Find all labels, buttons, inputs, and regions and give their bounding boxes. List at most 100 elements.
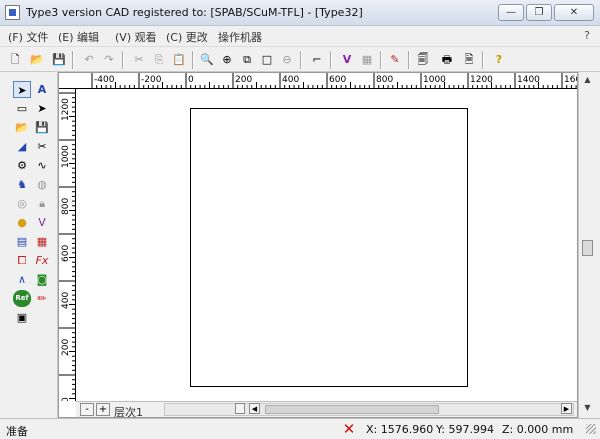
- pen-tool-icon[interactable]: ∧: [13, 271, 31, 288]
- zoom-out-icon[interactable]: ⊖: [278, 51, 296, 68]
- cut-icon[interactable]: ✂: [130, 51, 148, 68]
- ruler-label: -200: [141, 75, 162, 85]
- paste-icon[interactable]: 📋: [170, 51, 188, 68]
- horizontal-scroll-thumb[interactable]: [265, 405, 439, 414]
- menu-change[interactable]: (C) 更改: [166, 29, 208, 45]
- drawing-canvas[interactable]: -400-20002004006008001000120014001600 12…: [58, 72, 578, 419]
- lock-tool-icon[interactable]: 🔒︎: [33, 195, 51, 212]
- horizontal-ruler-ticks: -400 -200 0 200 400 600 800 1000 1200 1400 1600: [91, 73, 577, 88]
- toolbar-separator: [380, 51, 382, 69]
- fx-icon[interactable]: Fx: [33, 252, 51, 269]
- help-icon[interactable]: ?: [490, 51, 508, 68]
- open-folder-icon[interactable]: 📂: [28, 51, 46, 68]
- grid-tool-icon[interactable]: ▦: [33, 233, 51, 250]
- app-icon[interactable]: [5, 5, 20, 20]
- scroll-left-icon[interactable]: ◀: [249, 403, 260, 414]
- print-icon[interactable]: 🖶: [438, 51, 456, 68]
- close-button[interactable]: ✕: [554, 4, 594, 21]
- menu-view[interactable]: (V) 观看: [115, 29, 157, 45]
- toolbar-separator: [192, 51, 194, 69]
- redo-icon[interactable]: ↷: [100, 51, 118, 68]
- ruler-label: 1600: [564, 75, 577, 85]
- status-z-coord: Z: 0.000 mm: [502, 423, 574, 436]
- drawing-page[interactable]: [190, 108, 468, 387]
- scissors-tool-icon[interactable]: ✂: [33, 138, 51, 155]
- chart-tool-icon[interactable]: ▤: [13, 233, 31, 250]
- node-tool-icon[interactable]: ⚙: [13, 157, 31, 174]
- scroll-down-icon[interactable]: ▼: [581, 402, 594, 414]
- vertical-scrollbar[interactable]: ▲ ▼: [578, 72, 595, 418]
- menu-help[interactable]: ?: [584, 29, 590, 42]
- zoom-page-icon[interactable]: □: [258, 51, 276, 68]
- toolbar-separator: [330, 51, 332, 69]
- window-title: Type3 version CAD registered to: [SPAB/S…: [26, 6, 363, 19]
- grid-tool-icon[interactable]: ▦: [358, 51, 376, 68]
- horizontal-scrollbar[interactable]: ◀ ▶: [164, 403, 574, 416]
- layer-checkbox[interactable]: [235, 403, 245, 414]
- frame-tool-icon[interactable]: ⧠: [13, 252, 31, 269]
- cancel-x-icon[interactable]: ✕: [341, 421, 357, 437]
- menu-machine[interactable]: 操作机器: [218, 29, 262, 45]
- ruler-label: 600: [61, 245, 71, 262]
- knife-tool-icon[interactable]: ◢: [13, 138, 31, 155]
- restore-button[interactable]: ❐: [526, 4, 552, 21]
- node-edit-icon[interactable]: ➤: [33, 100, 51, 117]
- engrave-tool-icon[interactable]: ◎: [13, 195, 31, 212]
- menu-edit[interactable]: (E) 编辑: [58, 29, 99, 45]
- print-preview-icon[interactable]: 🗎: [460, 51, 478, 68]
- toolbar-separator: [482, 51, 484, 69]
- layers-icon[interactable]: ▣: [13, 309, 31, 326]
- menu-file[interactable]: (F) 文件: [8, 29, 48, 45]
- v-tool-icon[interactable]: V: [338, 51, 356, 68]
- page-setup-icon[interactable]: 🗐: [414, 51, 432, 68]
- layer-remove-button[interactable]: -: [80, 403, 94, 416]
- status-bar: 准备 ✕ X: 1576.960 Y: 597.994 Z: 0.000 mm: [0, 418, 600, 439]
- ruler-label: 400: [61, 292, 71, 309]
- vertical-scroll-thumb[interactable]: [582, 240, 593, 256]
- zoom-window-icon[interactable]: ⧉: [238, 51, 256, 68]
- scroll-right-icon[interactable]: ▶: [561, 403, 572, 414]
- vector-tool-icon[interactable]: Ⅴ: [33, 214, 51, 231]
- vertical-ruler-ticks: 1200 1000 800 600 400 200 0: [59, 92, 75, 401]
- ruler-tool-icon[interactable]: ⌐: [308, 51, 326, 68]
- horizontal-ruler: -400 -200 0 200 400 600 800 1000 1200 1400 1600: [59, 73, 577, 89]
- zoom-icon[interactable]: 🔍: [198, 51, 216, 68]
- open-file-icon[interactable]: 📂: [13, 119, 31, 136]
- stamp-tool-icon[interactable]: ◍: [33, 176, 51, 193]
- ruler-label: 0: [188, 75, 194, 85]
- scroll-up-icon[interactable]: ▲: [581, 74, 594, 86]
- copy-icon[interactable]: ⎘: [150, 51, 168, 68]
- status-x-coord: X: 1576.960: [366, 423, 434, 436]
- ruler-label: 1200: [61, 98, 71, 121]
- toolbar-separator: [408, 51, 410, 69]
- rectangle-tool-icon[interactable]: ▭: [13, 100, 31, 117]
- brush-tool-icon[interactable]: ✎: [386, 51, 404, 68]
- ruler-label: 200: [235, 75, 252, 85]
- ruler-label: 800: [61, 198, 71, 215]
- ruler-label: 1200: [470, 75, 493, 85]
- tool-palette: ➤ A ▭ ➤ 📂 💾 ◢ ✂ ⚙ ∿ ♞ ◍ ◎ 🔒︎ ● Ⅴ ▤ ▦ ⧠ F…: [0, 72, 58, 418]
- text-tool-icon[interactable]: A: [33, 81, 51, 98]
- pencil-icon[interactable]: ✏: [33, 290, 51, 307]
- select-arrow-icon[interactable]: ➤: [13, 81, 31, 98]
- menu-bar: (F) 文件 (E) 编辑 (V) 观看 (C) 更改 操作机器 ?: [0, 26, 600, 46]
- zoom-in-icon[interactable]: ⊕: [218, 51, 236, 68]
- ruler-label: 800: [376, 75, 393, 85]
- ruler-label: 600: [329, 75, 346, 85]
- new-file-icon[interactable]: 🗋: [6, 51, 24, 68]
- undo-icon[interactable]: ↶: [80, 51, 98, 68]
- save-disk-icon[interactable]: 💾: [33, 119, 51, 136]
- vertical-ruler: 1200 1000 800 600 400 200 0: [59, 89, 76, 401]
- spray-tool-icon[interactable]: ♞: [13, 176, 31, 193]
- resize-grip[interactable]: [586, 424, 596, 434]
- main-toolbar: 🗋 📂 💾 ↶ ↷ ✂ ⎘ 📋 🔍 ⊕ ⧉ □ ⊖ ⌐ V ▦ ✎ 🗐 🖶 🗎 …: [0, 46, 600, 72]
- palette-icon[interactable]: ●: [13, 214, 31, 231]
- title-bar: Type3 version CAD registered to: [SPAB/S…: [0, 0, 600, 26]
- camera-icon[interactable]: ◙: [33, 271, 51, 288]
- layer-add-button[interactable]: +: [96, 403, 110, 416]
- ref-icon[interactable]: Ref: [13, 290, 31, 307]
- minimize-button[interactable]: —: [498, 4, 524, 21]
- distort-tool-icon[interactable]: ∿: [33, 157, 51, 174]
- save-icon[interactable]: 💾: [50, 51, 68, 68]
- ruler-label: 1000: [423, 75, 446, 85]
